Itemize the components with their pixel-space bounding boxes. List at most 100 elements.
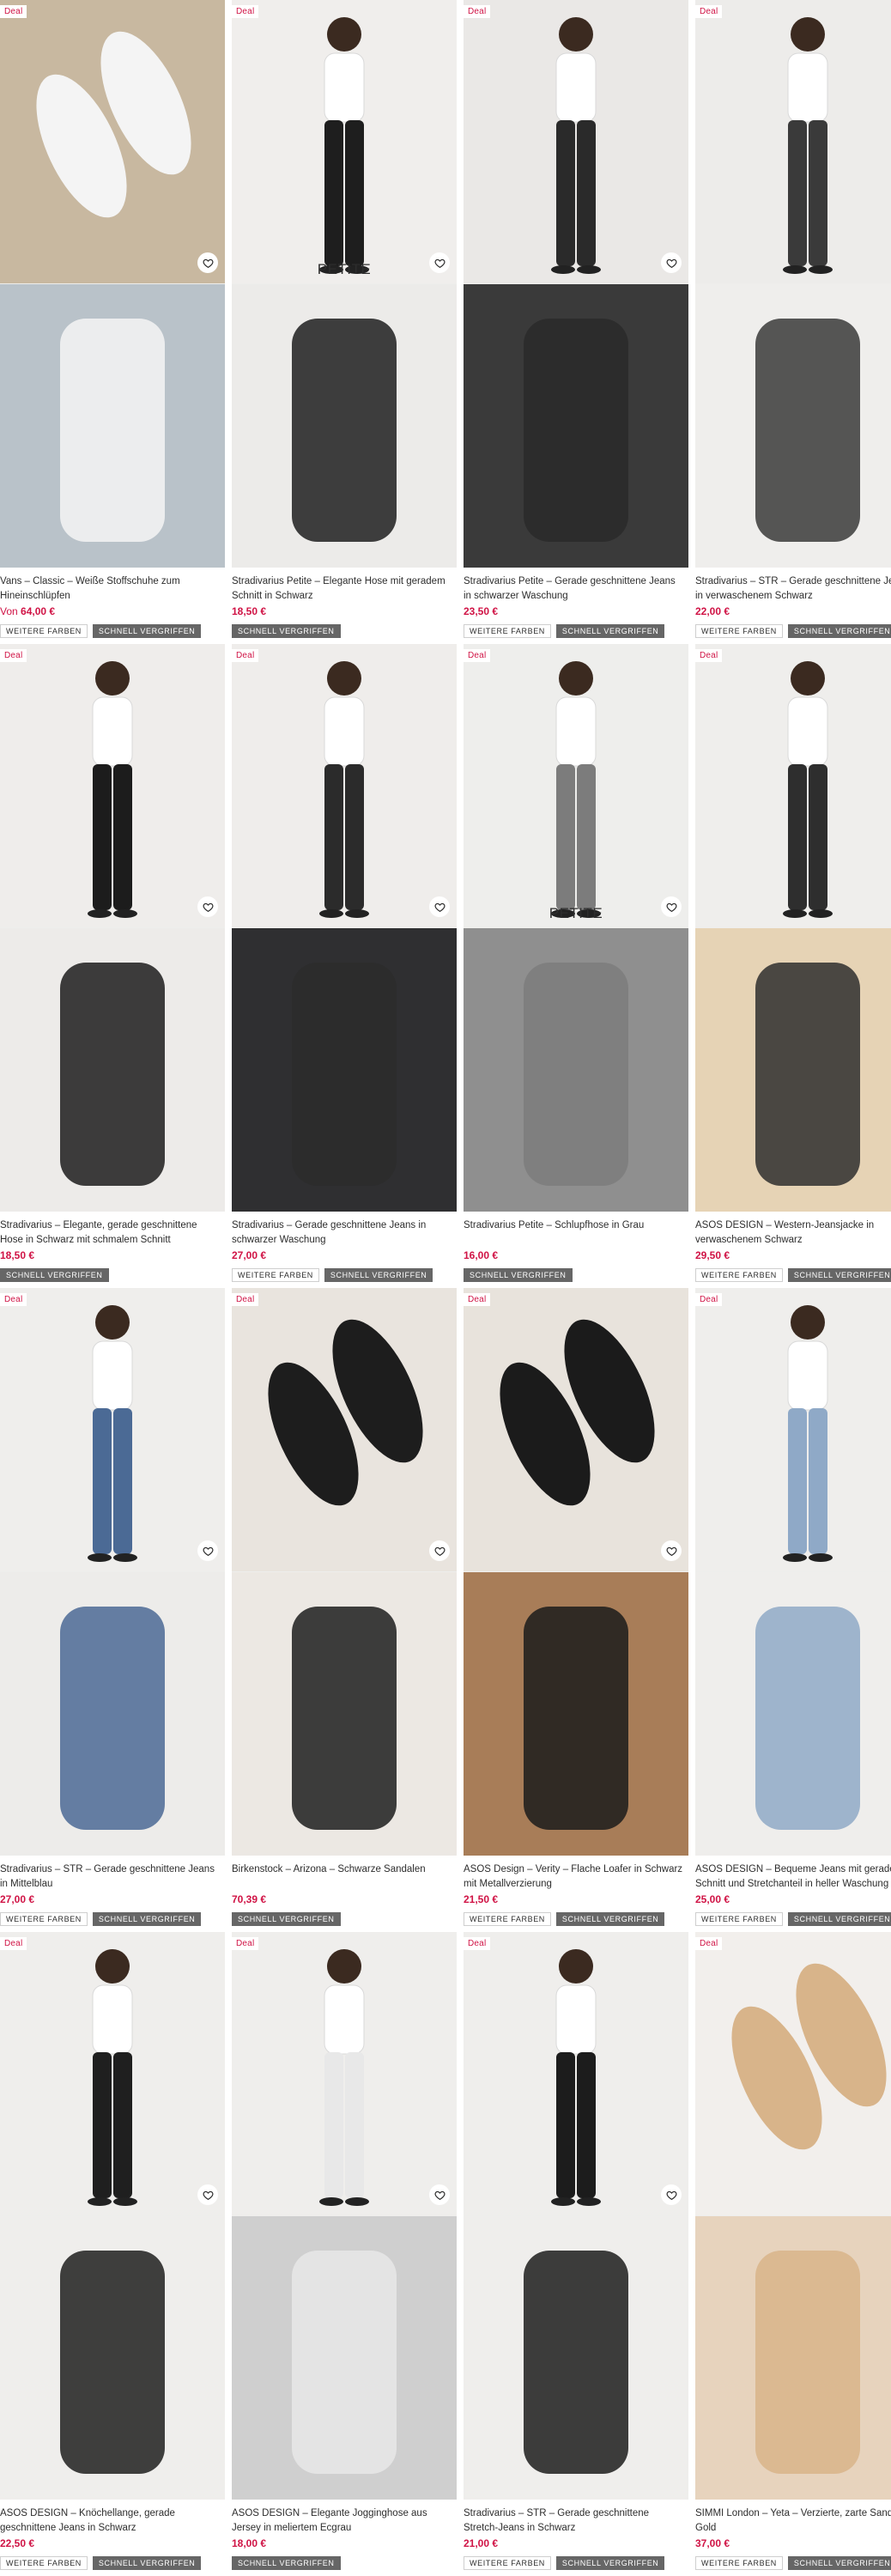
- product-card[interactable]: Deal Birkenstock – Arizona – Schwarze San…: [232, 1288, 457, 1926]
- product-image-gallery[interactable]: PETITE Deal: [464, 644, 688, 1212]
- product-image-secondary[interactable]: [464, 928, 688, 1212]
- product-image-secondary[interactable]: [695, 284, 891, 568]
- product-image-main[interactable]: [464, 1288, 688, 1571]
- product-title[interactable]: Stradivarius Petite – Schlupfhose in Gra…: [464, 1218, 688, 1248]
- wishlist-heart-icon[interactable]: [197, 1540, 218, 1561]
- product-image-gallery[interactable]: Deal: [695, 1288, 891, 1856]
- product-title[interactable]: ASOS DESIGN – Knöchellange, gerade gesch…: [0, 2506, 225, 2536]
- product-card[interactable]: Deal ASOS DESIGN – Bequeme Jeans mit gera…: [695, 1288, 891, 1926]
- product-image-gallery[interactable]: Deal: [695, 1932, 891, 2500]
- product-card[interactable]: Deal Stradivarius – STR – Gerade geschnit…: [0, 1288, 225, 1926]
- product-card[interactable]: PETITE Deal Stradivarius Petite – Elegante…: [232, 0, 457, 638]
- product-card[interactable]: Deal Stradivarius – Elegante, gerade gesc…: [0, 644, 225, 1282]
- wishlist-heart-icon[interactable]: [661, 252, 682, 273]
- product-image-gallery[interactable]: PETITE Deal: [232, 0, 457, 568]
- wishlist-heart-icon[interactable]: [429, 252, 450, 273]
- product-card[interactable]: Deal ASOS DESIGN – Knöchellange, gerade g…: [0, 1932, 225, 2570]
- product-title[interactable]: Birkenstock – Arizona – Schwarze Sandale…: [232, 1862, 457, 1892]
- product-image-secondary[interactable]: [0, 2216, 225, 2500]
- product-price: 29,50 €: [695, 1249, 891, 1263]
- product-image-main[interactable]: PETITE: [232, 0, 457, 283]
- wishlist-heart-icon[interactable]: [429, 896, 450, 917]
- product-image-secondary[interactable]: [464, 1572, 688, 1856]
- product-image-secondary[interactable]: [232, 1572, 457, 1856]
- product-card[interactable]: Deal Stradivarius – STR – Gerade geschnit…: [464, 1932, 688, 2570]
- product-title[interactable]: ASOS DESIGN – Bequeme Jeans mit geradem …: [695, 1862, 891, 1892]
- product-title[interactable]: Stradivarius – STR – Gerade geschnittene…: [464, 2506, 688, 2536]
- product-title[interactable]: Stradivarius Petite – Elegante Hose mit …: [232, 574, 457, 604]
- product-image-main[interactable]: [0, 644, 225, 927]
- product-image-secondary[interactable]: [695, 2216, 891, 2500]
- product-image-secondary[interactable]: [464, 2216, 688, 2500]
- product-image-main[interactable]: [0, 1932, 225, 2215]
- product-image-gallery[interactable]: Deal: [232, 644, 457, 1212]
- wishlist-heart-icon[interactable]: [197, 252, 218, 273]
- wishlist-heart-icon[interactable]: [661, 2184, 682, 2205]
- product-image-main[interactable]: [0, 0, 225, 283]
- deal-badge: Deal: [232, 1937, 259, 1950]
- product-image-secondary[interactable]: [0, 928, 225, 1212]
- product-image-gallery[interactable]: Deal: [695, 0, 891, 568]
- product-image-main[interactable]: [232, 644, 457, 927]
- product-title[interactable]: Stradivarius – STR – Gerade geschnittene…: [0, 1862, 225, 1892]
- wishlist-heart-icon[interactable]: [197, 896, 218, 917]
- product-title[interactable]: ASOS DESIGN – Western-Jeansjacke in verw…: [695, 1218, 891, 1248]
- product-title[interactable]: ASOS DESIGN – Elegante Jogginghose aus J…: [232, 2506, 457, 2536]
- product-image-secondary[interactable]: [232, 928, 457, 1212]
- product-image-secondary[interactable]: [232, 2216, 457, 2500]
- product-image-gallery[interactable]: Deal: [0, 1932, 225, 2500]
- product-image-gallery[interactable]: Deal: [0, 1288, 225, 1856]
- deal-badge: Deal: [0, 1293, 27, 1306]
- product-image-gallery[interactable]: Deal: [464, 1288, 688, 1856]
- product-image-main[interactable]: [695, 644, 891, 927]
- wishlist-heart-icon[interactable]: [429, 2184, 450, 2205]
- product-image-gallery[interactable]: Deal: [0, 0, 225, 568]
- product-title[interactable]: Stradivarius Petite – Gerade geschnitten…: [464, 574, 688, 604]
- deal-badge: Deal: [695, 649, 723, 662]
- product-title[interactable]: Vans – Classic – Weiße Stoffschuhe zum H…: [0, 574, 225, 604]
- product-card[interactable]: Deal Vans – Classic – Weiße Stoffschuhe z…: [0, 0, 225, 638]
- wishlist-heart-icon[interactable]: [197, 2184, 218, 2205]
- product-image-secondary[interactable]: [464, 284, 688, 568]
- product-card[interactable]: Deal ASOS DESIGN – Western-Jeansjacke in …: [695, 644, 891, 1282]
- product-title[interactable]: SIMMI London – Yeta – Verzierte, zarte S…: [695, 2506, 891, 2536]
- wishlist-heart-icon[interactable]: [661, 896, 682, 917]
- product-image-secondary[interactable]: [0, 1572, 225, 1856]
- product-card[interactable]: Deal Stradivarius – Gerade geschnittene J…: [232, 644, 457, 1282]
- product-image-gallery[interactable]: Deal: [0, 644, 225, 1212]
- product-image-main[interactable]: [695, 1288, 891, 1571]
- product-card[interactable]: Deal Stradivarius – STR – Gerade geschnit…: [695, 0, 891, 638]
- product-image-main[interactable]: [695, 1932, 891, 2215]
- wishlist-heart-icon[interactable]: [429, 1540, 450, 1561]
- product-image-gallery[interactable]: Deal: [695, 644, 891, 1212]
- product-image-secondary[interactable]: [0, 284, 225, 568]
- product-image-main[interactable]: [232, 1288, 457, 1571]
- more-colors-badge: WEITERE FARBEN: [464, 624, 551, 638]
- product-image-main[interactable]: [232, 1932, 457, 2215]
- product-image-secondary[interactable]: [695, 1572, 891, 1856]
- product-card[interactable]: Deal Stradivarius Petite – Gerade geschni…: [464, 0, 688, 638]
- product-image-main[interactable]: [464, 1932, 688, 2215]
- product-image-main[interactable]: [695, 0, 891, 283]
- product-title[interactable]: Stradivarius – Elegante, gerade geschnit…: [0, 1218, 225, 1248]
- product-title[interactable]: ASOS Design – Verity – Flache Loafer in …: [464, 1862, 688, 1892]
- wishlist-heart-icon[interactable]: [661, 1540, 682, 1561]
- deal-badge: Deal: [232, 5, 259, 18]
- product-image-gallery[interactable]: Deal: [232, 1288, 457, 1856]
- product-card[interactable]: PETITE Deal Stradivarius Petite – Schlupfh…: [464, 644, 688, 1282]
- product-image-main[interactable]: [464, 0, 688, 283]
- product-image-gallery[interactable]: Deal: [464, 0, 688, 568]
- product-card[interactable]: Deal ASOS DESIGN – Elegante Jogginghose a…: [232, 1932, 457, 2570]
- product-image-main[interactable]: PETITE: [464, 644, 688, 927]
- product-image-gallery[interactable]: Deal: [232, 1932, 457, 2500]
- product-card[interactable]: Deal ASOS Design – Verity – Flache Loafer…: [464, 1288, 688, 1926]
- product-title[interactable]: Stradivarius – Gerade geschnittene Jeans…: [232, 1218, 457, 1248]
- price-value: 37,00 €: [695, 2537, 730, 2549]
- product-badges: WEITERE FARBEN SCHNELL VERGRIFFEN: [695, 2556, 891, 2570]
- product-title[interactable]: Stradivarius – STR – Gerade geschnittene…: [695, 574, 891, 604]
- product-image-gallery[interactable]: Deal: [464, 1932, 688, 2500]
- product-card[interactable]: Deal SIMMI London – Yeta – Verzierte, zar…: [695, 1932, 891, 2570]
- product-image-secondary[interactable]: [232, 284, 457, 568]
- product-image-main[interactable]: [0, 1288, 225, 1571]
- product-image-secondary[interactable]: [695, 928, 891, 1212]
